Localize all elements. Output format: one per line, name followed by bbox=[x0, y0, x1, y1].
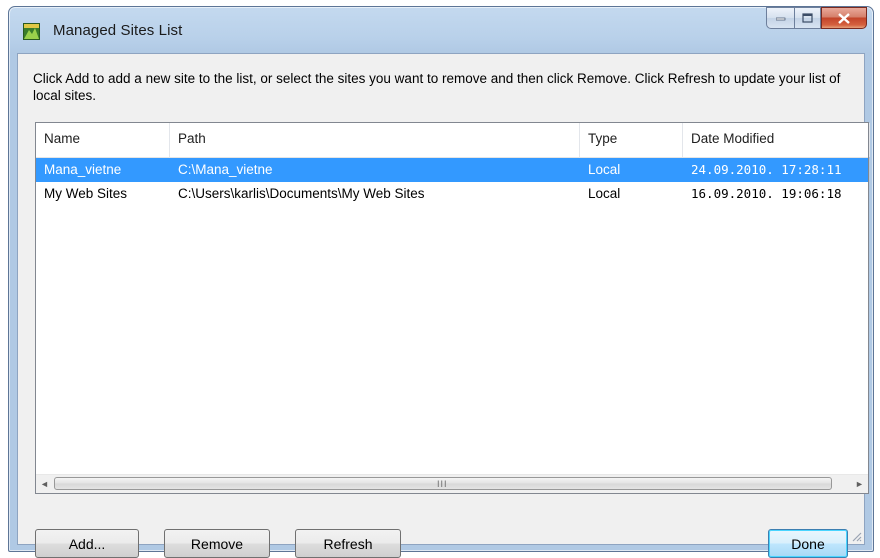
scroll-right-arrow-icon[interactable]: ► bbox=[851, 475, 868, 493]
close-icon bbox=[838, 12, 850, 24]
horizontal-scrollbar[interactable]: ◄ III ► bbox=[36, 474, 868, 493]
table-row[interactable]: My Web Sites C:\Users\karlis\Documents\M… bbox=[36, 182, 868, 206]
add-button[interactable]: Add... bbox=[35, 529, 139, 558]
site-date-modified: 16.09.2010. 19:06:18 bbox=[691, 186, 842, 201]
column-header-path[interactable]: Path bbox=[170, 123, 580, 157]
maximize-button[interactable] bbox=[794, 7, 821, 29]
minimize-button[interactable] bbox=[766, 7, 794, 29]
column-header-date-modified[interactable]: Date Modified bbox=[683, 123, 870, 157]
maximize-icon bbox=[802, 13, 813, 23]
dialog-client-area: Click Add to add a new site to the list,… bbox=[17, 53, 870, 558]
site-date-modified: 24.09.2010. 17:28:11 bbox=[691, 162, 842, 177]
app-icon bbox=[23, 23, 40, 40]
instructions-text: Click Add to add a new site to the list,… bbox=[33, 71, 841, 103]
site-path: C:\Users\karlis\Documents\My Web Sites bbox=[178, 186, 425, 201]
site-name: Mana_vietne bbox=[44, 162, 122, 177]
refresh-button[interactable]: Refresh bbox=[295, 529, 401, 558]
managed-sites-window: Managed Sites List Click Add to add a ne… bbox=[8, 6, 874, 558]
column-header-type[interactable]: Type bbox=[580, 123, 683, 157]
site-type: Local bbox=[588, 186, 621, 201]
close-button[interactable] bbox=[821, 7, 867, 29]
column-header-name[interactable]: Name bbox=[36, 123, 170, 157]
list-header: Name Path Type Date Modified bbox=[36, 123, 870, 158]
minimize-icon bbox=[775, 17, 785, 21]
resize-grip-icon[interactable] bbox=[850, 530, 862, 542]
site-name: My Web Sites bbox=[44, 186, 128, 201]
site-type: Local bbox=[588, 162, 621, 177]
window-title: Managed Sites List bbox=[53, 22, 183, 39]
scrollbar-thumb[interactable]: III bbox=[54, 477, 832, 490]
title-bar[interactable]: Managed Sites List bbox=[9, 7, 873, 53]
grip-icon: III bbox=[437, 479, 448, 489]
site-path: C:\Mana_vietne bbox=[178, 162, 273, 177]
done-button[interactable]: Done bbox=[768, 529, 848, 558]
scroll-left-arrow-icon[interactable]: ◄ bbox=[36, 475, 53, 493]
table-row[interactable]: Mana_vietne C:\Mana_vietne Local 24.09.2… bbox=[36, 158, 868, 182]
remove-button[interactable]: Remove bbox=[164, 529, 270, 558]
sites-list[interactable]: Name Path Type Date Modified Mana_vietne… bbox=[35, 122, 870, 494]
